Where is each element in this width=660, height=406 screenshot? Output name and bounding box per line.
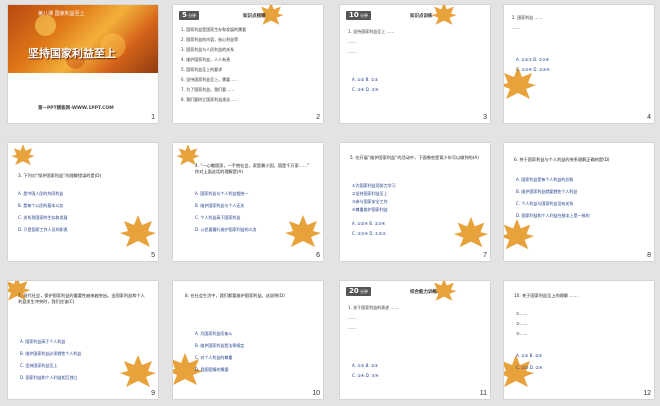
option-d: D. 我国国情的需要: [195, 367, 229, 372]
question-text: 5. 在开展“维护国家利益”的活动中，下面哪些是青少年可以做到的(A): [350, 155, 479, 160]
slide-10[interactable]: 8. 在社会生活中，我们都要维护国家利益。这说明(D) A. 为国家利益而奋斗 …: [173, 281, 323, 399]
slide-5[interactable]: 3. 下列对“保护国家利益”的理解错误的是(D) A. 是中国人民的共同利益 B…: [8, 143, 158, 261]
option-row: A. ①② B. ①③: [352, 77, 379, 82]
maple-leaf-icon: [11, 144, 35, 166]
slide-2[interactable]: 5 分钟 知识点梳理 1. 国家利益是国家生存和发展的需要 2. 国家利益的内容…: [173, 5, 323, 123]
question-text: 7. 现代社会，保护国家利益的重要性越来越突出。当国家利益和个人利益发生冲突时，…: [18, 293, 145, 305]
slide-number: 7: [483, 252, 487, 259]
question-text: ……: [348, 49, 356, 54]
slide-number: 12: [643, 390, 651, 397]
slide-number: 8: [647, 252, 651, 259]
slide-4[interactable]: 2. 国家利益 …… …… A. ①②③ B. ①②④ C. ①③④ D. ②③…: [504, 5, 654, 123]
option-b: B. 维护国家利益就要牺牲个人利益: [516, 189, 578, 194]
text-line: 8. 我们要树立国家利益观念……: [181, 97, 239, 102]
option-row: ①为国家利益而努力学习: [352, 183, 396, 188]
slide-number: 5: [151, 252, 155, 259]
option-c: C. 对个人利益的尊重: [195, 355, 233, 360]
slide-6[interactable]: 4. “一心敬国家，一手抱社会，家是最小国，国是千万家……” 你对上面这话的理解…: [173, 143, 323, 261]
maple-leaf-icon: [504, 355, 534, 387]
slide-number: 10: [312, 390, 320, 397]
question-text: 10. 关于国家利益至上的理解 ……: [514, 293, 578, 298]
slide-7[interactable]: 5. 在开展“维护国家利益”的活动中，下面哪些是青少年可以做到的(A) ①为国家…: [340, 143, 490, 261]
option-row: ②坚持国家利益至上: [352, 191, 388, 196]
text-line: 3. 国家利益与人民利益的关系: [181, 47, 235, 52]
section-title: 综合能力训练: [410, 290, 437, 295]
question-text: ……: [512, 25, 520, 30]
maple-leaf-icon: [120, 355, 156, 387]
text-line: 1. 国家利益是国家生存和发展的需要: [181, 27, 247, 32]
statement-row: ①……: [516, 311, 528, 316]
option-row: C. ①④ D. ③④: [352, 373, 379, 378]
question-text: ……: [348, 315, 356, 320]
option-row: C. ①③ D. ②④: [516, 365, 543, 370]
maple-leaf-icon: [431, 5, 457, 25]
slide-number: 4: [647, 114, 651, 121]
maple-leaf-icon: [504, 218, 535, 250]
slide-number: 1: [151, 114, 155, 121]
option-b: B. 维护国家利益是法律规定: [195, 343, 245, 348]
duration-badge: 10 分钟: [346, 11, 372, 20]
option-b: B. 维护国家利益必须牺牲个人利益: [20, 351, 82, 356]
slide-11[interactable]: 20 分钟 综合能力训练 1. 关于国家利益的表述 …… …… …… A. ①②…: [340, 281, 490, 399]
statement-row: ③……: [516, 331, 528, 336]
slide-1[interactable]: 第八课 国家利益至上 坚持国家利益至上 第一PPT模板网-WWW.1PPT.CO…: [8, 5, 158, 123]
question-text: 1. 关于国家利益的表述 ……: [348, 305, 399, 310]
question-text: 8. 在社会生活中，我们都要维护国家利益。这说明(D): [185, 293, 285, 298]
option-c: C. 坚持国家利益至上: [20, 363, 58, 368]
option-row: A. ①② B. ②③: [352, 363, 379, 368]
question-text: 1. 坚持国家利益至上 ……: [348, 29, 395, 34]
duration-badge: 5 分钟: [179, 11, 200, 20]
text-line: 7. 为了国家利益，我们要……: [181, 87, 235, 92]
option-row: C. ②④ D. ③④: [352, 87, 379, 92]
slide-number: 6: [316, 252, 320, 259]
footer-link[interactable]: 第一PPT模板网-WWW.1PPT.COM: [38, 105, 114, 111]
text-line: 5. 国家利益至上的要求: [181, 67, 223, 72]
option-row: A. ①② B. ②③: [516, 353, 543, 358]
slide-12[interactable]: 10. 关于国家利益至上的理解 …… ①…… ②…… ③…… A. ①② B. …: [504, 281, 654, 399]
question-text: 4. “一心敬国家，一手抱社会，家是最小国，国是千万家……” 你对上面这话的理解…: [195, 163, 310, 175]
lesson-label: 第八课 国家利益至上: [38, 11, 85, 17]
option-row: A. ①②④ B. ①③④: [352, 221, 386, 226]
option-d: D. 国家利益和个人利益相互独立: [20, 375, 78, 380]
question-text: 3. 下列对“保护国家利益”的理解错误的是(D): [18, 173, 102, 178]
text-line: 6. 坚持国家利益至上，需要……: [181, 77, 239, 82]
option-a: A. 为国家利益而奋斗: [195, 331, 233, 336]
text-line: 2. 国家利益的内容，核心利益等: [181, 37, 239, 42]
question-text: 6. 关于国家利益与个人利益的关系理解正确的是(D): [514, 157, 610, 162]
slide-number: 11: [479, 390, 487, 397]
option-c: C. 关系到国家的生存和发展: [18, 215, 68, 220]
option-d: D. 公民要履行维护国家利益的义务: [195, 227, 257, 232]
option-b: B. 是每个公民的基本义务: [18, 203, 64, 208]
option-b: B. 维护国家利益与个人无关: [195, 203, 245, 208]
option-row: ④尊重维护国家利益: [352, 207, 388, 212]
text-line: 4. 维护国家利益，人人有责: [181, 57, 231, 62]
slide-8[interactable]: 6. 关于国家利益与个人利益的关系理解正确的是(D) A. 国家利益是每个人利益…: [504, 143, 654, 261]
main-title: 坚持国家利益至上: [28, 47, 116, 60]
question-text: ……: [348, 325, 356, 330]
option-a: A. 国家利益与个人利益相统一: [195, 191, 249, 196]
section-title: 知识点训练: [410, 14, 433, 19]
slide-number: 9: [151, 390, 155, 397]
slide-3[interactable]: 10 分钟 知识点训练 1. 坚持国家利益至上 …… …… …… A. ①② B…: [340, 5, 490, 123]
option-c: C. 个人利益高于国家利益: [195, 215, 241, 220]
slide-9[interactable]: 7. 现代社会，保护国家利益的重要性越来越突出。当国家利益和个人利益发生冲突时，…: [8, 281, 158, 399]
option-c: C. 个人利益与国家利益没有关系: [516, 201, 574, 206]
duration-badge: 20 分钟: [346, 287, 372, 296]
option-d: D. 只是国家工作人员的职责: [18, 227, 68, 232]
option-row: C. ②③④ D. ①②③: [352, 231, 386, 236]
slide-number: 2: [316, 114, 320, 121]
option-row: A. ①②③ B. ①②④: [516, 57, 550, 62]
section-title: 知识点梳理: [243, 14, 266, 19]
option-row: ③参与国家安全工作: [352, 199, 388, 204]
option-a: A. 是中国人民的共同利益: [18, 191, 64, 196]
question-text: 2. 国家利益 ……: [512, 15, 543, 20]
option-row: C. ①③④ D. ②③④: [516, 67, 550, 72]
option-d: D. 国家利益和个人利益在根本上是一致的: [516, 213, 590, 218]
statement-row: ②……: [516, 321, 528, 326]
question-text: ……: [348, 39, 356, 44]
option-a: A. 国家利益是每个人利益的总和: [516, 177, 574, 182]
option-a: A. 国家利益高于个人利益: [20, 339, 66, 344]
slide-number: 3: [483, 114, 487, 121]
